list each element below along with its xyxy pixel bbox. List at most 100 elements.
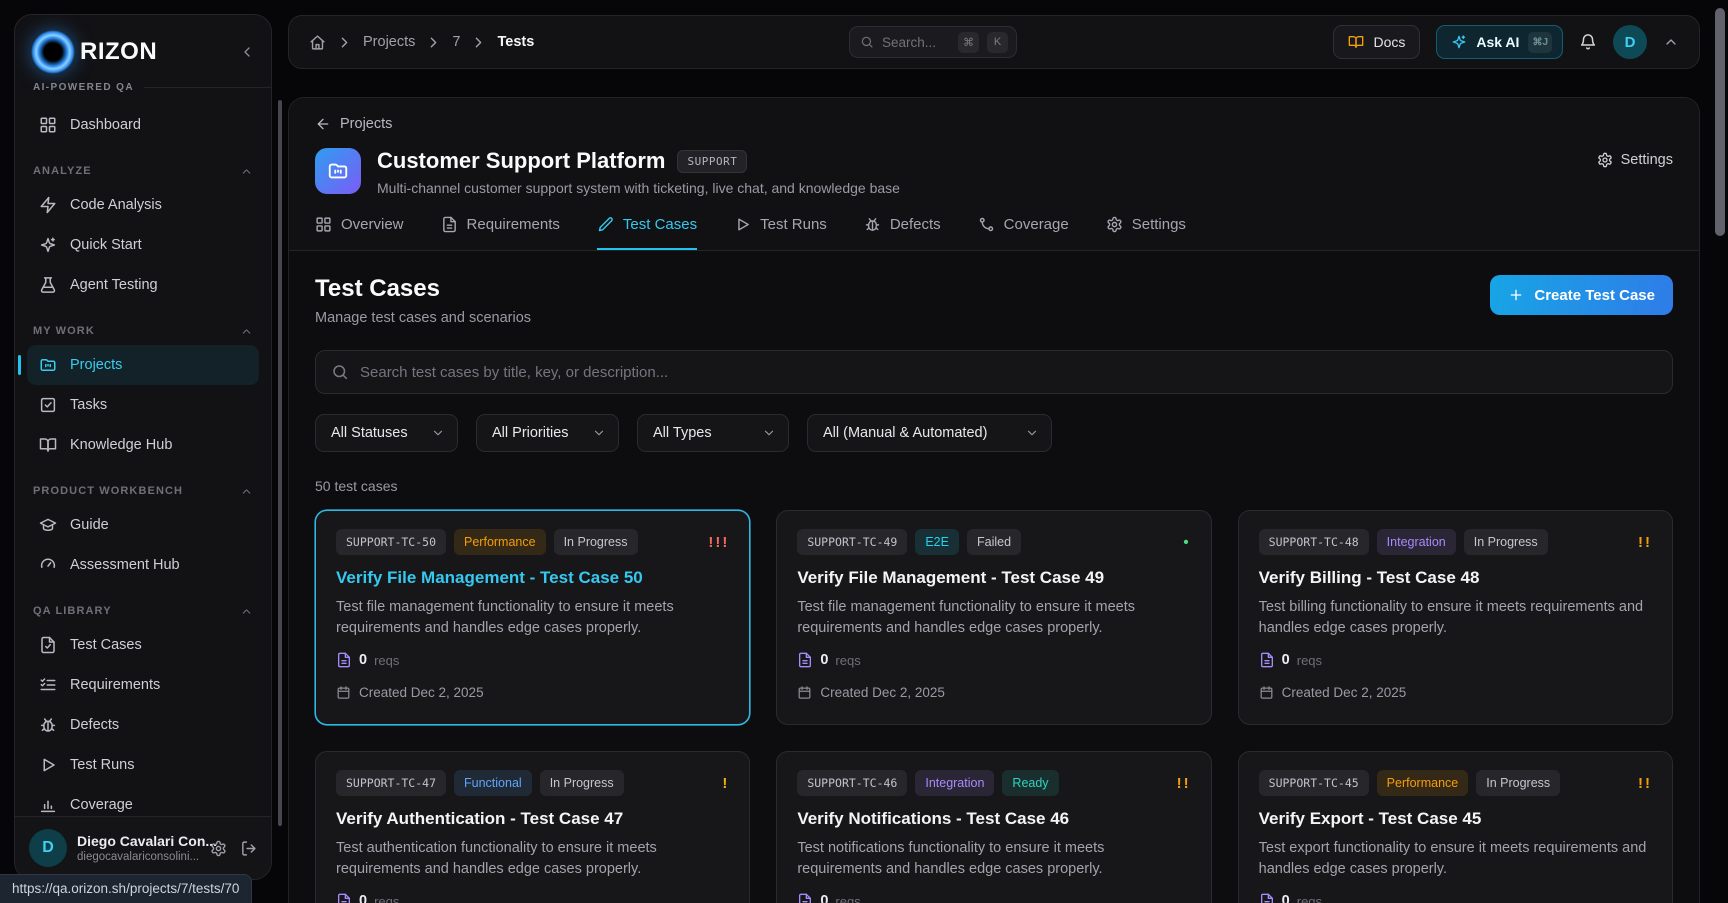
- file-text-icon: [797, 893, 813, 903]
- test-case-card-support-tc-48[interactable]: SUPPORT-TC-48IntegrationIn Progress!!Ver…: [1238, 510, 1673, 725]
- sidebar-item-test-cases[interactable]: Test Cases: [27, 625, 259, 665]
- sidebar-item-coverage[interactable]: Coverage: [27, 785, 259, 816]
- gear-icon: [1597, 152, 1613, 168]
- breadcrumb: Projects 7 Tests: [309, 34, 534, 51]
- gauge-icon: [39, 556, 57, 574]
- tab-coverage[interactable]: Coverage: [978, 216, 1069, 250]
- tab-test-cases[interactable]: Test Cases: [597, 216, 697, 250]
- sidebar-item-dashboard[interactable]: Dashboard: [27, 105, 259, 145]
- sidebar-item-quick-start[interactable]: Quick Start: [27, 225, 259, 265]
- filter-value: All Types: [653, 425, 712, 441]
- user-actions: [210, 840, 257, 857]
- test-case-card-support-tc-47[interactable]: SUPPORT-TC-47FunctionalIn Progress! Verif…: [315, 751, 750, 903]
- topbar-avatar[interactable]: D: [1613, 25, 1647, 59]
- sidebar-section-my-work[interactable]: MY WORK: [27, 317, 259, 345]
- sidebar-item-tasks[interactable]: Tasks: [27, 385, 259, 425]
- test-case-card-support-tc-50[interactable]: SUPPORT-TC-50PerformanceIn Progress!!!Ve…: [315, 510, 750, 725]
- sidebar-nav: Dashboard ANALYZECode AnalysisQuick Start…: [15, 99, 271, 816]
- tab-settings[interactable]: Settings: [1106, 216, 1186, 250]
- sidebar-section-analyze[interactable]: ANALYZE: [27, 157, 259, 185]
- breadcrumb-projects[interactable]: Projects: [363, 34, 415, 50]
- create-test-case-button[interactable]: Create Test Case: [1490, 275, 1673, 315]
- home-icon[interactable]: [309, 34, 326, 51]
- docs-label: Docs: [1373, 34, 1405, 50]
- sidebar-section-qa-library[interactable]: QA LIBRARY: [27, 597, 259, 625]
- test-cases-section: Test Cases Manage test cases and scenari…: [289, 251, 1699, 903]
- sidebar-item-label: Projects: [70, 357, 122, 373]
- brand-name: RIZON: [80, 38, 157, 66]
- page-subtitle: Manage test cases and scenarios: [315, 310, 531, 326]
- sidebar-item-defects[interactable]: Defects: [27, 705, 259, 745]
- test-case-title-link[interactable]: Verify Export - Test Case 45: [1259, 809, 1652, 829]
- test-case-grid: SUPPORT-TC-50PerformanceIn Progress!!!Ve…: [315, 510, 1673, 903]
- test-case-title-link[interactable]: Verify Authentication - Test Case 47: [336, 809, 729, 829]
- page-scrollbar[interactable]: [1715, 8, 1725, 236]
- sidebar-item-label: Assessment Hub: [70, 557, 180, 573]
- status-badge: In Progress: [554, 529, 638, 555]
- priority-indicator: !!!: [700, 534, 729, 551]
- tab-requirements[interactable]: Requirements: [441, 216, 560, 250]
- sidebar-item-assessment-hub[interactable]: Assessment Hub: [27, 545, 259, 585]
- tab-defects[interactable]: Defects: [864, 216, 941, 250]
- pencil-icon: [597, 216, 614, 233]
- k-keycap: K: [987, 32, 1008, 53]
- sidebar-item-test-runs[interactable]: Test Runs: [27, 745, 259, 785]
- breadcrumb-tests[interactable]: Tests: [497, 34, 534, 50]
- user-name: Diego Cavalari Con...: [77, 833, 200, 849]
- chevron-right-icon: [425, 34, 442, 51]
- test-case-card-support-tc-45[interactable]: SUPPORT-TC-45PerformanceIn Progress!!Ver…: [1238, 751, 1673, 903]
- type-badge: Integration: [1377, 529, 1456, 555]
- ask-ai-button[interactable]: Ask AI ⌘J: [1436, 25, 1563, 59]
- tab-test-runs[interactable]: Test Runs: [734, 216, 827, 250]
- filter-all-manual-automated[interactable]: All (Manual & Automated): [807, 414, 1052, 452]
- sidebar-item-agent-testing[interactable]: Agent Testing: [27, 265, 259, 305]
- search-icon: [860, 35, 874, 49]
- sidebar-item-knowledge-hub[interactable]: Knowledge Hub: [27, 425, 259, 465]
- sidebar-item-guide[interactable]: Guide: [27, 505, 259, 545]
- ask-ai-label: Ask AI: [1476, 34, 1519, 50]
- test-case-title-link[interactable]: Verify Notifications - Test Case 46: [797, 809, 1190, 829]
- reqs-label: reqs: [1297, 653, 1322, 668]
- card-badges: SUPPORT-TC-47FunctionalIn Progress!: [336, 770, 729, 796]
- logout-icon[interactable]: [240, 840, 257, 857]
- project-settings-button[interactable]: Settings: [1597, 152, 1673, 168]
- type-badge: Functional: [454, 770, 532, 796]
- sidebar-item-code-analysis[interactable]: Code Analysis: [27, 185, 259, 225]
- test-case-title-link[interactable]: Verify File Management - Test Case 50: [336, 568, 729, 588]
- card-badges: SUPPORT-TC-46IntegrationReady!!: [797, 770, 1190, 796]
- play-icon: [734, 216, 751, 233]
- calendar-icon: [1259, 685, 1274, 700]
- file-text-icon: [797, 652, 813, 668]
- user-settings-icon[interactable]: [210, 840, 227, 857]
- docs-button[interactable]: Docs: [1333, 25, 1420, 59]
- back-to-projects-link[interactable]: Projects: [315, 116, 392, 132]
- brand-tagline: AI-POWERED QA: [33, 82, 134, 93]
- tab-label: Defects: [890, 216, 941, 233]
- user-card[interactable]: D Diego Cavalari Con... diegocavalaricon…: [15, 816, 271, 879]
- priority-indicator: !!: [1630, 775, 1652, 792]
- status-badge: Failed: [967, 529, 1021, 555]
- created-date-row: Created Dec 2, 2025: [797, 685, 1190, 700]
- created-date-row: Created Dec 2, 2025: [336, 685, 729, 700]
- test-case-title-link[interactable]: Verify File Management - Test Case 49: [797, 568, 1190, 588]
- test-case-card-support-tc-46[interactable]: SUPPORT-TC-46IntegrationReady!! Verify No…: [776, 751, 1211, 903]
- sidebar-scrollbar[interactable]: [278, 100, 282, 826]
- account-menu-chevron-icon[interactable]: [1663, 34, 1679, 50]
- filter-all-statuses[interactable]: All Statuses: [315, 414, 458, 452]
- global-search[interactable]: Search... ⌘ K: [849, 26, 1017, 58]
- sidebar-item-projects[interactable]: Projects: [27, 345, 259, 385]
- filter-all-types[interactable]: All Types: [637, 414, 789, 452]
- tab-overview[interactable]: Overview: [315, 216, 404, 250]
- sidebar-item-requirements[interactable]: Requirements: [27, 665, 259, 705]
- sidebar-section-product-workbench[interactable]: PRODUCT WORKBENCH: [27, 477, 259, 505]
- test-case-search-input[interactable]: [360, 364, 1657, 381]
- breadcrumb-7[interactable]: 7: [452, 34, 460, 50]
- test-case-title-link[interactable]: Verify Billing - Test Case 48: [1259, 568, 1652, 588]
- user-avatar[interactable]: D: [29, 829, 67, 867]
- project-header: Projects Customer Support Platform SUPPO…: [289, 98, 1699, 251]
- sidebar-collapse-button[interactable]: [239, 44, 255, 60]
- brand-orb-icon: [31, 30, 75, 74]
- test-case-card-support-tc-49[interactable]: SUPPORT-TC-49E2EFailed•Verify File Manag…: [776, 510, 1211, 725]
- notifications-bell-icon[interactable]: [1579, 33, 1597, 51]
- filter-all-priorities[interactable]: All Priorities: [476, 414, 619, 452]
